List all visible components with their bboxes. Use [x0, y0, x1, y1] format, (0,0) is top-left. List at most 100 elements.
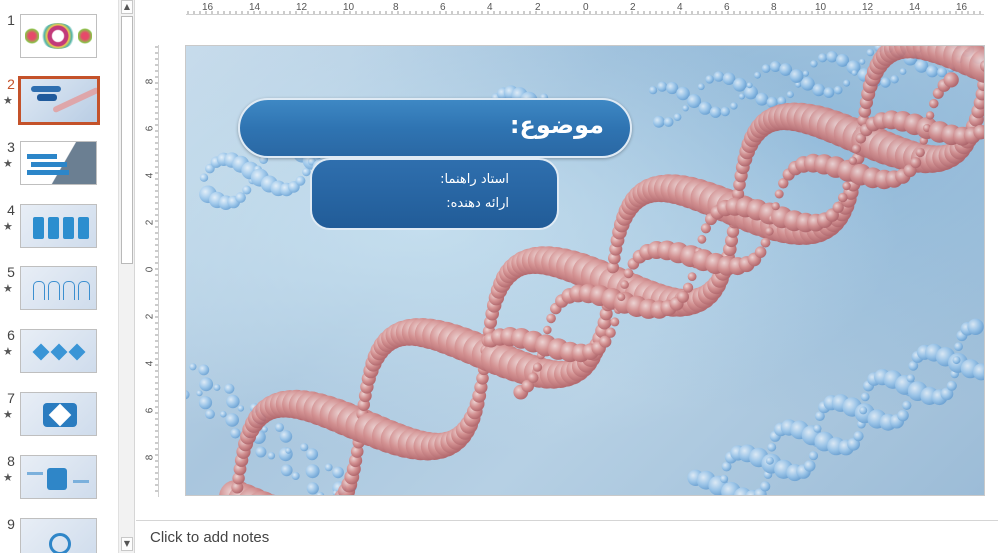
slide-thumbnail-pane: 1 2 ★ 3 ★ 4 ★ 5 ★ 6 ★ 7 ★ 8 ★ 9: [0, 0, 118, 553]
dna-bead: [761, 64, 771, 73]
slide-thumbnail-image[interactable]: [20, 14, 97, 58]
dna-bead: [242, 185, 252, 195]
slide-thumbnail-image[interactable]: [20, 518, 97, 553]
dna-bead: [952, 356, 961, 365]
ruler-label: 0: [583, 2, 589, 13]
dna-bead: [746, 82, 753, 89]
thumbnail-scrollbar[interactable]: ▲ ▼: [118, 0, 135, 553]
slide-thumbnail-7[interactable]: 7 ★: [0, 390, 118, 442]
dna-bead: [771, 202, 780, 211]
notes-pane[interactable]: Click to add notes: [136, 520, 998, 553]
dna-bead: [906, 374, 915, 383]
dna-bead: [774, 189, 784, 199]
dna-bead: [653, 115, 665, 128]
dna-bead: [720, 474, 729, 484]
dna-bead: [818, 53, 828, 63]
dna-bead: [220, 410, 227, 418]
dna-bead: [255, 446, 267, 458]
slide-thumbnail-image[interactable]: [20, 266, 97, 310]
ruler-label: 2: [535, 2, 541, 13]
dna-bead: [295, 175, 306, 186]
dna-bead: [926, 65, 939, 78]
dna-bead: [306, 448, 319, 461]
dna-bead: [769, 61, 781, 72]
dna-bead: [946, 380, 957, 391]
dna-bead: [682, 105, 689, 112]
ruler-label: 4: [144, 172, 156, 179]
dna-bead: [754, 246, 767, 258]
slide-title-box[interactable]: موضوع:: [238, 98, 632, 158]
dna-bead: [760, 237, 771, 248]
dna-bead: [765, 456, 774, 465]
ruler-label: 14: [909, 2, 921, 13]
animation-star-icon: ★: [3, 408, 13, 421]
dna-bead: [730, 102, 738, 110]
dna-bead: [205, 409, 215, 420]
slide-thumbnail-image[interactable]: [20, 455, 97, 499]
dna-bead: [851, 144, 862, 154]
dna-bead: [709, 106, 722, 118]
dna-bead: [697, 234, 707, 244]
dna-bead: [808, 451, 819, 461]
slide-thumbnail-image-selected[interactable]: [18, 76, 100, 125]
slide-number: 2: [7, 76, 15, 92]
slide-thumbnail-image[interactable]: [20, 141, 97, 185]
slide-thumbnail-image[interactable]: [20, 392, 97, 436]
dna-bead: [687, 272, 697, 281]
slide-canvas[interactable]: موضوع: استاد راهنما: ارائه دهنده:: [185, 45, 985, 496]
slide-thumbnail-2[interactable]: 2 ★: [0, 76, 118, 128]
dna-bead: [813, 424, 822, 433]
slide-thumbnail-image[interactable]: [20, 204, 97, 248]
dna-bead: [199, 377, 214, 392]
dna-bead: [280, 464, 293, 477]
slide-thumbnail-5[interactable]: 5 ★: [0, 264, 118, 316]
dna-bead: [300, 443, 309, 452]
scrollbar-thumb[interactable]: [121, 16, 133, 264]
dna-bead: [842, 181, 851, 191]
slide-thumbnail-4[interactable]: 4 ★: [0, 202, 118, 254]
dna-bead: [279, 430, 293, 443]
ruler-label: 0: [144, 266, 156, 273]
ruler-label: 12: [862, 2, 874, 13]
dna-bead: [754, 71, 761, 79]
slide-info-box[interactable]: استاد راهنما: ارائه دهنده:: [310, 158, 559, 230]
slide-number: 5: [7, 264, 15, 280]
ruler-label: 10: [815, 2, 827, 13]
scroll-down-arrow-icon[interactable]: ▼: [121, 537, 133, 551]
dna-bead: [967, 318, 984, 335]
dna-bead: [851, 69, 858, 76]
dna-bead: [213, 384, 221, 391]
presenter-label[interactable]: ارائه دهنده:: [446, 196, 509, 211]
notes-placeholder[interactable]: Click to add notes: [150, 529, 269, 546]
slide-thumbnail-image[interactable]: [20, 329, 97, 373]
dna-bead: [543, 325, 552, 335]
dna-bead: [546, 313, 556, 324]
dna-bead: [698, 101, 712, 115]
dna-bead: [943, 72, 959, 88]
ruler-label: 2: [630, 2, 636, 13]
dna-bead: [235, 192, 246, 203]
dna-bead: [291, 472, 300, 480]
slide-thumbnail-6[interactable]: 6 ★: [0, 327, 118, 379]
dna-bead: [673, 113, 682, 121]
dna-bead: [617, 293, 626, 302]
horizontal-ruler[interactable]: 16 14 12 10 8 6 4 2 0 2 4 6 8 10 12 14 1…: [186, 2, 984, 15]
slide-title[interactable]: موضوع:: [510, 111, 604, 139]
ruler-label: 6: [144, 407, 156, 414]
vertical-ruler[interactable]: 8 6 4 2 0 2 4 6 8: [144, 45, 159, 497]
slide-thumbnail-8[interactable]: 8 ★: [0, 453, 118, 505]
animation-star-icon: ★: [3, 220, 13, 233]
dna-bead: [605, 327, 616, 338]
slide-thumbnail-1[interactable]: 1: [0, 12, 118, 64]
dna-bead: [902, 400, 912, 410]
advisor-label[interactable]: استاد راهنما:: [440, 172, 509, 187]
slide-thumbnail-9[interactable]: 9: [0, 516, 118, 553]
dna-bead: [899, 68, 907, 75]
dna-bead: [765, 227, 774, 236]
ruler-label: 4: [487, 2, 493, 13]
dna-bead: [697, 83, 705, 91]
slide-number: 6: [7, 327, 15, 343]
dna-bead: [705, 75, 714, 84]
slide-thumbnail-3[interactable]: 3 ★: [0, 139, 118, 191]
scroll-up-arrow-icon[interactable]: ▲: [121, 0, 133, 14]
